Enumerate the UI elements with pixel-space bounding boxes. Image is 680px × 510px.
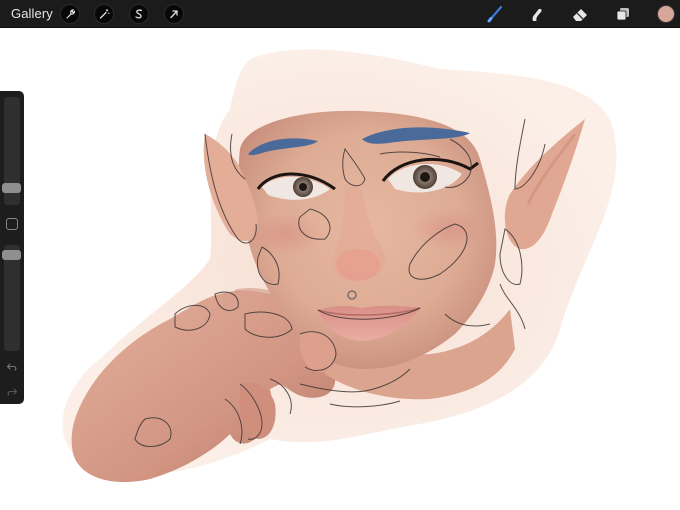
drawing-canvas[interactable] — [0, 29, 680, 510]
undo-icon[interactable] — [5, 361, 19, 373]
color-swatch[interactable] — [657, 5, 675, 23]
left-sidebar — [0, 91, 24, 404]
gallery-button[interactable]: Gallery — [11, 6, 53, 21]
brush-size-thumb[interactable] — [2, 183, 21, 193]
top-toolbar: Gallery — [0, 0, 680, 28]
magic-wand-icon[interactable] — [94, 4, 114, 24]
eraser-icon[interactable] — [570, 4, 590, 24]
redo-icon[interactable] — [5, 386, 19, 398]
transform-arrow-icon[interactable] — [164, 4, 184, 24]
modify-square-icon[interactable] — [6, 218, 18, 230]
brush-icon[interactable] — [485, 4, 505, 24]
elf-portrait-artwork — [62, 49, 617, 483]
wrench-icon[interactable] — [60, 4, 80, 24]
opacity-slider[interactable] — [4, 245, 20, 351]
layers-icon[interactable] — [613, 4, 633, 24]
opacity-thumb[interactable] — [2, 249, 21, 260]
smudge-icon[interactable] — [527, 4, 547, 24]
selection-s-icon[interactable] — [129, 4, 149, 24]
